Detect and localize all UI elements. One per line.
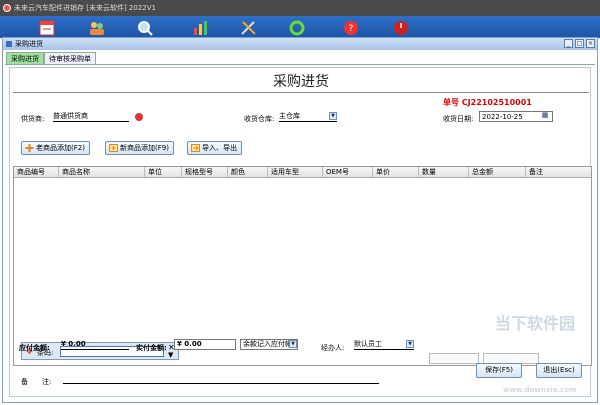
total-quantity-cell — [429, 353, 479, 364]
window-title-bar: 采购进货 _ □ × — [3, 38, 597, 50]
import-export-icon — [191, 144, 200, 152]
svg-text:?: ? — [349, 24, 354, 34]
tab-purchase[interactable]: 采购进货 — [6, 52, 44, 64]
payable-amount: ¥ 0.00 — [61, 339, 129, 350]
power-icon[interactable] — [390, 19, 412, 37]
grid-header: 商品编号 商品名称 单位 规格型号 颜色 适用车型 OEM号 单价 数量 总金额… — [14, 167, 591, 178]
help-icon[interactable]: ? — [340, 19, 362, 37]
add-icon — [25, 144, 34, 152]
column-header[interactable]: 适用车型 — [268, 167, 323, 177]
column-header[interactable]: 总金额 — [469, 167, 526, 177]
column-header[interactable]: 商品名称 — [59, 167, 145, 177]
tools-icon[interactable] — [238, 19, 260, 37]
watermark-url: www.downxia.com — [503, 386, 577, 394]
product-grid[interactable]: 商品编号 商品名称 单位 规格型号 颜色 适用车型 OEM号 单价 数量 总金额… — [13, 166, 592, 366]
calendar-icon[interactable] — [36, 19, 58, 37]
watermark-brand: 当下软件园 — [495, 314, 576, 333]
add-old-product-button[interactable]: 老商品添加(F2) — [21, 141, 90, 155]
users-icon[interactable] — [86, 19, 108, 37]
column-header[interactable]: 数量 — [419, 167, 469, 177]
save-button[interactable]: 保存(F5) — [476, 363, 522, 378]
tab-divider — [5, 64, 595, 65]
recycle-icon[interactable] — [286, 19, 308, 37]
calendar-dropdown-icon[interactable]: ▦ — [541, 112, 549, 120]
order-number: 单号 CJ22102510001 — [443, 98, 532, 107]
chart-icon[interactable] — [190, 19, 212, 37]
handler-label: 经办人: — [321, 344, 345, 352]
add-new-product-label: 新商品添加(F9) — [120, 144, 169, 152]
tab-pending-review[interactable]: 待审核采购单 — [44, 52, 96, 64]
import-export-button[interactable]: 导入、导出 — [187, 141, 242, 155]
import-export-label: 导入、导出 — [202, 144, 237, 152]
payable-label: 应付金额: — [19, 344, 50, 352]
close-button[interactable]: × — [586, 39, 595, 48]
window-title: 采购进货 — [15, 40, 43, 48]
handler-select[interactable]: 默认员工 — [354, 339, 414, 350]
add-old-product-label: 老商品添加(F2) — [36, 144, 85, 152]
column-header[interactable]: 颜色 — [228, 167, 268, 177]
column-header[interactable]: OEM号 — [323, 167, 373, 177]
app-title-bar: 未来云汽车配件进销存 [未来云软件] 2022V1 — [0, 0, 600, 16]
date-label: 收货日期: — [443, 115, 474, 123]
column-header[interactable]: 规格型号 — [182, 167, 228, 177]
add-box-icon — [109, 144, 118, 152]
handler-dropdown-icon[interactable]: ▼ — [406, 340, 414, 348]
warehouse-dropdown-icon[interactable]: ▼ — [329, 112, 337, 120]
purchase-window: 采购进货 _ □ × 采购进货 待审核采购单 采购进货 单号 CJ2210251… — [2, 37, 598, 403]
column-header[interactable]: 单位 — [145, 167, 182, 177]
search-icon[interactable] — [134, 19, 156, 37]
balance-dropdown-icon[interactable]: ▼ — [289, 340, 297, 348]
exit-button[interactable]: 退出(Esc) — [536, 363, 582, 378]
window-icon — [6, 41, 12, 47]
main-toolbar: ? — [0, 16, 600, 38]
paid-label: 实付金额: — [136, 344, 167, 352]
remark-field[interactable] — [63, 373, 379, 384]
supplier-label: 供货商: — [21, 115, 45, 123]
add-new-product-button[interactable]: 新商品添加(F9) — [105, 141, 174, 155]
maximize-button[interactable]: □ — [575, 39, 584, 48]
tab-strip: 采购进货 待审核采购单 — [6, 52, 96, 64]
warehouse-label: 收货仓库: — [244, 115, 275, 123]
column-header[interactable]: 商品编号 — [14, 167, 59, 177]
minimize-button[interactable]: _ — [564, 39, 573, 48]
remark-label: 备 注: — [21, 378, 52, 386]
heading-divider — [13, 92, 589, 93]
supplier-field[interactable]: 普通供货商 — [53, 111, 129, 122]
column-header[interactable]: 单价 — [373, 167, 419, 177]
app-logo-icon — [3, 4, 11, 12]
column-header[interactable]: 备注 — [526, 167, 591, 177]
page-title: 采购进货 — [273, 74, 329, 90]
supplier-picker-icon[interactable] — [135, 113, 143, 121]
barcode-expand-icon[interactable]: ▼ — [168, 351, 173, 359]
paid-amount-input[interactable]: ¥ 0.00 — [174, 339, 236, 350]
app-title: 未来云汽车配件进销存 [未来云软件] 2022V1 — [14, 4, 156, 12]
